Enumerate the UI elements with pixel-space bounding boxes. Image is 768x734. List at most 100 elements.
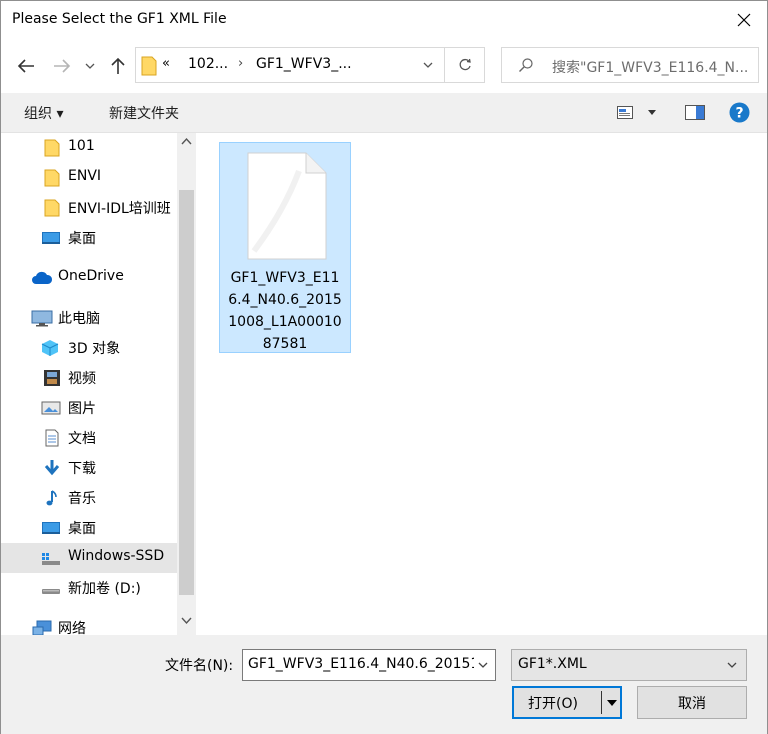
breadcrumb-item[interactable]: GF1_WFV3_... — [256, 56, 352, 72]
svg-text:?: ? — [735, 106, 743, 122]
chevron-down-icon — [85, 63, 95, 69]
filename-field[interactable]: GF1_WFV3_E116.4_N40.6_20151 — [242, 649, 496, 681]
desktop-icon — [42, 232, 60, 244]
search-icon — [519, 58, 533, 72]
sidebar-item-videos[interactable]: 视频 — [1, 363, 177, 393]
command-bar: 组织 ▾ 新建文件夹 ? — [1, 93, 767, 133]
cancel-button-label: 取消 — [678, 696, 706, 712]
arrow-right-icon — [54, 59, 71, 73]
breadcrumb-overflow[interactable]: « — [162, 56, 170, 71]
scrollbar-thumb[interactable] — [179, 190, 194, 595]
up-button[interactable] — [105, 53, 131, 79]
forward-button[interactable] — [49, 53, 75, 79]
help-button[interactable]: ? — [729, 102, 750, 127]
preview-pane-icon — [685, 105, 705, 120]
address-dropdown-button[interactable] — [414, 48, 442, 82]
close-icon — [737, 13, 751, 27]
sidebar-item-desktop-2[interactable]: 桌面 — [1, 513, 177, 543]
file-name-line: 1008_L1A00010 — [228, 314, 342, 330]
file-item-selected[interactable]: GF1_WFV3_E11 6.4_N40.6_2015 1008_L1A0001… — [219, 142, 351, 353]
drive-icon — [42, 589, 60, 594]
sidebar-item-pictures[interactable]: 图片 — [1, 393, 177, 423]
open-options-button[interactable] — [603, 688, 621, 717]
view-options-icon — [617, 106, 656, 119]
sidebar-item-label: 文档 — [68, 431, 96, 447]
preview-pane-button[interactable] — [685, 105, 705, 124]
sidebar-item-envi[interactable]: ENVI — [1, 163, 177, 193]
sidebar-item-windows-ssd[interactable]: Windows-SSD — [1, 543, 177, 573]
file-name: GF1_WFV3_E11 6.4_N40.6_2015 1008_L1A0001… — [222, 267, 348, 355]
sidebar-item-label: 新加卷 (D:) — [68, 581, 141, 597]
sidebar-item-downloads[interactable]: 下载 — [1, 453, 177, 483]
scroll-down-icon[interactable] — [181, 617, 192, 625]
download-icon — [44, 460, 60, 476]
sidebar-item-label: 图片 — [68, 401, 96, 417]
cancel-button[interactable]: 取消 — [637, 686, 747, 719]
sidebar-item-this-pc[interactable]: 此电脑 — [1, 303, 177, 333]
back-button[interactable] — [13, 53, 39, 79]
scroll-up-icon[interactable] — [181, 137, 192, 145]
sidebar-item-desktop[interactable]: 桌面 — [1, 223, 177, 253]
sidebar-item-envi-idl[interactable]: ENVI-IDL培训班 — [1, 193, 177, 223]
sidebar-item-label: 桌面 — [68, 231, 96, 247]
sidebar-item-documents[interactable]: 文档 — [1, 423, 177, 453]
organize-button[interactable]: 组织 ▾ — [24, 103, 63, 123]
chevron-down-icon — [478, 662, 488, 668]
folder-icon — [141, 56, 157, 76]
bottom-panel: 文件名(N): GF1_WFV3_E116.4_N40.6_20151 GF1*… — [1, 635, 767, 734]
breadcrumb-item[interactable]: 102... — [188, 56, 228, 72]
refresh-icon — [459, 58, 471, 71]
drive-icon — [42, 553, 60, 565]
network-icon — [32, 620, 52, 635]
filename-value[interactable]: GF1_WFV3_E116.4_N40.6_20151 — [248, 656, 474, 672]
folder-icon — [44, 169, 60, 187]
sidebar-item-label: ENVI — [68, 168, 102, 184]
file-name-line: 87581 — [262, 336, 308, 352]
sidebar-item-label: 桌面 — [68, 521, 96, 537]
sidebar-item-onedrive[interactable]: OneDrive — [1, 263, 177, 293]
computer-icon — [31, 310, 53, 327]
sidebar-item-label: 网络 — [58, 621, 86, 635]
sidebar-item-music[interactable]: 音乐 — [1, 483, 177, 513]
file-type-dropdown-button[interactable] — [722, 650, 742, 680]
dialog-title: Please Select the GF1 XML File — [12, 11, 227, 27]
file-type-select[interactable]: GF1*.XML — [511, 649, 747, 681]
search-box[interactable]: 搜索"GF1_WFV3_E116.4_N... — [501, 47, 759, 83]
sidebar-item-label: Windows-SSD — [68, 548, 165, 564]
chevron-down-icon — [727, 662, 737, 668]
navigation-row: « 102... › GF1_WFV3_... 搜索"GF1_WFV3_E116… — [1, 39, 767, 93]
folder-icon — [44, 139, 60, 157]
recent-locations-button[interactable] — [81, 53, 99, 79]
picture-icon — [41, 401, 61, 415]
close-button[interactable] — [721, 1, 767, 39]
sidebar-item-label: 3D 对象 — [68, 341, 121, 357]
sidebar-item-network[interactable]: 网络 — [1, 613, 177, 635]
filename-dropdown-button[interactable] — [473, 650, 493, 680]
search-placeholder: 搜索"GF1_WFV3_E116.4_N... — [552, 60, 749, 76]
chevron-down-icon — [423, 62, 433, 68]
sidebar-item-drive-d[interactable]: 新加卷 (D:) — [1, 573, 177, 603]
navigation-scrollbar[interactable] — [177, 133, 196, 635]
file-type-value: GF1*.XML — [518, 656, 587, 672]
help-icon: ? — [729, 102, 750, 123]
cloud-icon — [32, 271, 53, 284]
arrow-left-icon — [17, 59, 34, 73]
sidebar-item-label: 此电脑 — [58, 311, 100, 327]
sidebar-item-101[interactable]: 101 — [1, 133, 177, 163]
folder-icon — [44, 199, 60, 217]
sidebar-item-label: 音乐 — [68, 491, 96, 507]
new-folder-button[interactable]: 新建文件夹 — [109, 103, 179, 123]
refresh-button[interactable] — [444, 48, 484, 82]
open-button-label: 打开(O) — [528, 696, 578, 712]
title-bar: Please Select the GF1 XML File — [1, 1, 767, 39]
file-open-dialog: Please Select the GF1 XML File « 102... … — [0, 0, 768, 734]
split-divider — [601, 691, 602, 714]
sidebar-item-3d-objects[interactable]: 3D 对象 — [1, 333, 177, 363]
open-button[interactable]: 打开(O) — [512, 686, 622, 719]
address-bar[interactable]: « 102... › GF1_WFV3_... — [135, 47, 485, 83]
music-icon — [46, 490, 57, 506]
document-icon — [45, 429, 59, 447]
file-list: GF1_WFV3_E11 6.4_N40.6_2015 1008_L1A0001… — [197, 133, 767, 635]
change-view-button[interactable] — [617, 106, 661, 124]
video-icon — [44, 370, 60, 386]
